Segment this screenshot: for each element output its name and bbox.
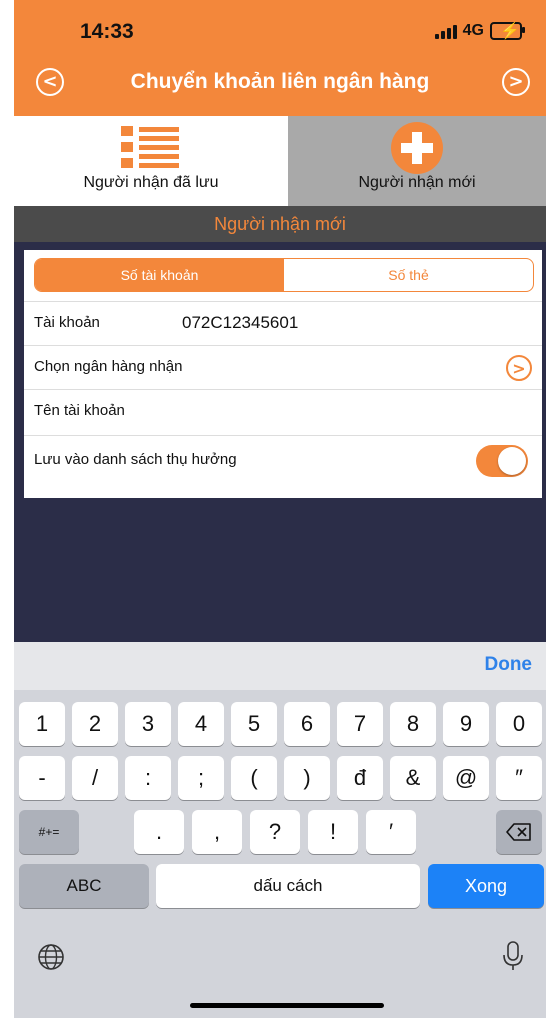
tab-saved-label: Người nhận đã lưu: [83, 174, 219, 191]
app-viewport: 14:33 4G ⚡ < Chuyển khoản liên ngân hàng…: [14, 0, 546, 1018]
key-colon[interactable]: :: [125, 756, 171, 800]
tab-new-recipient[interactable]: Người nhận mới: [288, 116, 546, 206]
recipient-tabs: Người nhận đã lưu Người nhận mới: [14, 116, 546, 206]
account-name-row[interactable]: Tên tài khoản: [24, 389, 542, 433]
done-button[interactable]: Done: [485, 654, 533, 676]
save-beneficiary-label: Lưu vào danh sách thụ hưởng: [34, 451, 237, 468]
charging-bolt-icon: ⚡: [500, 23, 520, 40]
account-number-input[interactable]: 072C12345601: [182, 313, 298, 333]
select-bank-row[interactable]: Chọn ngân hàng nhận >: [24, 345, 542, 389]
home-indicator: [190, 1003, 384, 1008]
abc-key[interactable]: ABC: [19, 864, 149, 908]
account-label: Tài khoản: [34, 314, 100, 331]
key-comma[interactable]: ,: [192, 810, 242, 854]
save-beneficiary-toggle[interactable]: [476, 445, 528, 477]
keyboard-accessory-bar: Done: [14, 642, 546, 690]
key-9[interactable]: 9: [443, 702, 489, 746]
backspace-icon: [506, 823, 531, 841]
section-header: Người nhận mới: [14, 206, 546, 242]
chevron-right-icon[interactable]: >: [506, 355, 532, 381]
space-key[interactable]: dấu cách: [156, 864, 420, 908]
segment-card-number[interactable]: Số thẻ: [284, 259, 533, 291]
key-5[interactable]: 5: [231, 702, 277, 746]
account-number-row[interactable]: Tài khoản 072C12345601: [24, 301, 542, 345]
key-period[interactable]: .: [134, 810, 184, 854]
plus-circle-icon: [391, 122, 443, 174]
save-beneficiary-row: Lưu vào danh sách thụ hưởng: [24, 435, 542, 485]
key-slash[interactable]: /: [72, 756, 118, 800]
globe-icon[interactable]: [36, 942, 66, 979]
key-close-paren[interactable]: ): [284, 756, 330, 800]
key-8[interactable]: 8: [390, 702, 436, 746]
key-3[interactable]: 3: [125, 702, 171, 746]
page-title: Chuyển khoản liên ngân hàng: [130, 70, 430, 93]
status-time: 14:33: [80, 20, 134, 43]
symbols-key[interactable]: #+=: [19, 810, 79, 854]
account-name-label: Tên tài khoản: [34, 402, 125, 419]
key-1[interactable]: 1: [19, 702, 65, 746]
key-6[interactable]: 6: [284, 702, 330, 746]
backspace-key[interactable]: [496, 810, 542, 854]
status-indicators: 4G ⚡: [434, 22, 525, 40]
forward-button[interactable]: >: [502, 68, 530, 96]
list-icon: [121, 126, 179, 170]
network-type: 4G: [462, 22, 484, 39]
key-quote[interactable]: ″: [496, 756, 542, 800]
key-semicolon[interactable]: ;: [178, 756, 224, 800]
chevron-right-icon: >: [508, 71, 524, 92]
key-apostrophe[interactable]: ′: [366, 810, 416, 854]
keyboard: Done 1 2 3 4 5 6 7 8 9 0 - / : ; ( ) đ &…: [14, 642, 546, 1018]
recipient-form: Số tài khoản Số thẻ Tài khoản 072C123456…: [24, 250, 542, 498]
screenshot-margin-left: [0, 0, 14, 1018]
tab-new-label: Người nhận mới: [358, 174, 476, 191]
key-dong[interactable]: đ: [337, 756, 383, 800]
key-ampersand[interactable]: &: [390, 756, 436, 800]
key-2[interactable]: 2: [72, 702, 118, 746]
key-0[interactable]: 0: [496, 702, 542, 746]
account-type-segment: Số tài khoản Số thẻ: [34, 258, 534, 292]
bank-label: Chọn ngân hàng nhận: [34, 358, 183, 375]
key-7[interactable]: 7: [337, 702, 383, 746]
phone-screen: 14:33 4G ⚡ < Chuyển khoản liên ngân hàng…: [0, 0, 549, 1018]
key-4[interactable]: 4: [178, 702, 224, 746]
signal-icon: [434, 23, 457, 39]
return-key[interactable]: Xong: [428, 864, 544, 908]
key-hyphen[interactable]: -: [19, 756, 65, 800]
segment-account-number[interactable]: Số tài khoản: [35, 259, 284, 291]
key-exclamation[interactable]: !: [308, 810, 358, 854]
key-open-paren[interactable]: (: [231, 756, 277, 800]
tab-saved-recipients[interactable]: Người nhận đã lưu: [14, 116, 288, 206]
key-at[interactable]: @: [443, 756, 489, 800]
header-bar: 14:33 4G ⚡ < Chuyển khoản liên ngân hàng…: [14, 0, 546, 116]
key-question[interactable]: ?: [250, 810, 300, 854]
microphone-icon[interactable]: [502, 940, 524, 979]
battery-icon: ⚡: [490, 22, 525, 40]
